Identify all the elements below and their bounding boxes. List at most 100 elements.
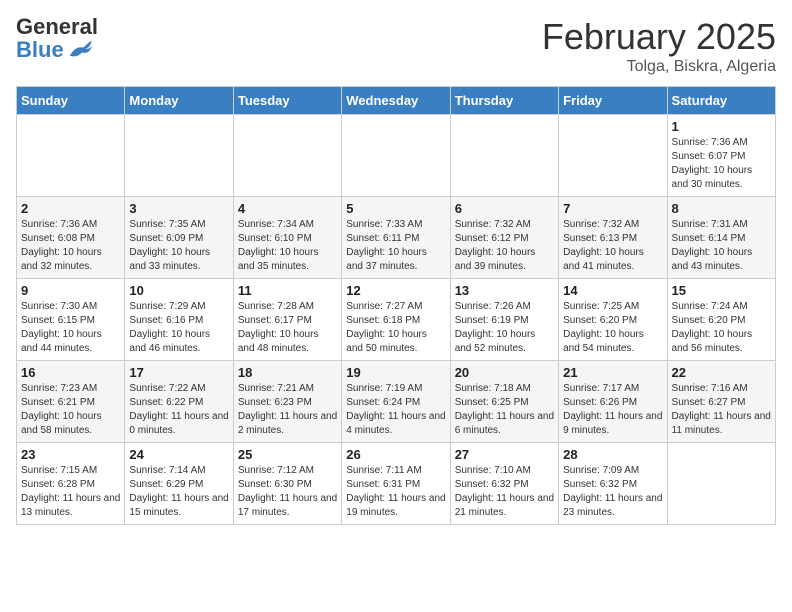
calendar-cell: 17 Sunrise: 7:22 AM Sunset: 6:22 PM Dayli…	[125, 361, 233, 443]
day-info: Sunrise: 7:09 AM Sunset: 6:32 PM Dayligh…	[563, 464, 662, 520]
day-info: Sunrise: 7:26 AM Sunset: 6:19 PM Dayligh…	[455, 300, 554, 356]
month-title: February 2025	[542, 16, 776, 58]
day-number: 6	[455, 201, 554, 216]
day-number: 24	[129, 447, 228, 462]
calendar-cell: 23Sunrise: 7:15 AM Sunset: 6:28 PM Dayli…	[17, 443, 125, 525]
calendar-cell: 12Sunrise: 7:27 AM Sunset: 6:18 PM Dayli…	[342, 279, 450, 361]
calendar-cell	[667, 443, 775, 525]
calendar-day-header: Monday	[125, 87, 233, 115]
day-info: Sunrise: 7:19 AM Sunset: 6:24 PM Dayligh…	[346, 382, 445, 438]
day-info: Sunrise: 7:24 AM Sunset: 6:20 PM Dayligh…	[672, 300, 771, 356]
day-info: Sunrise: 7:35 AM Sunset: 6:09 PM Dayligh…	[129, 218, 228, 274]
day-number: 1	[672, 119, 771, 134]
day-number: 9	[21, 283, 120, 298]
calendar-cell: 2Sunrise: 7:36 AM Sunset: 6:08 PM Daylig…	[17, 197, 125, 279]
day-info: Sunrise: 7:11 AM Sunset: 6:31 PM Dayligh…	[346, 464, 445, 520]
calendar-cell: 26 Sunrise: 7:11 AM Sunset: 6:31 PM Dayli…	[342, 443, 450, 525]
logo-general-text: General	[16, 14, 98, 39]
calendar-day-header: Saturday	[667, 87, 775, 115]
day-info: Sunrise: 7:10 AM Sunset: 6:32 PM Dayligh…	[455, 464, 554, 520]
day-number: 27	[455, 447, 554, 462]
calendar-cell: 27 Sunrise: 7:10 AM Sunset: 6:32 PM Dayli…	[450, 443, 558, 525]
day-info: Sunrise: 7:16 AM Sunset: 6:27 PM Dayligh…	[672, 382, 771, 438]
day-number: 13	[455, 283, 554, 298]
calendar-cell	[342, 115, 450, 197]
calendar-day-header: Tuesday	[233, 87, 341, 115]
calendar-cell: 7 Sunrise: 7:32 AM Sunset: 6:13 PM Daylig…	[559, 197, 667, 279]
day-number: 3	[129, 201, 228, 216]
day-number: 16	[21, 365, 120, 380]
calendar-cell: 15 Sunrise: 7:24 AM Sunset: 6:20 PM Dayli…	[667, 279, 775, 361]
day-info: Sunrise: 7:21 AM Sunset: 6:23 PM Dayligh…	[238, 382, 337, 438]
logo: General Blue	[16, 16, 98, 61]
calendar-day-header: Friday	[559, 87, 667, 115]
day-info: Sunrise: 7:31 AM Sunset: 6:14 PM Dayligh…	[672, 218, 771, 274]
day-info: Sunrise: 7:22 AM Sunset: 6:22 PM Dayligh…	[129, 382, 228, 438]
day-number: 10	[129, 283, 228, 298]
calendar-cell: 28Sunrise: 7:09 AM Sunset: 6:32 PM Dayli…	[559, 443, 667, 525]
day-number: 19	[346, 365, 445, 380]
calendar-week-row: 16Sunrise: 7:23 AM Sunset: 6:21 PM Dayli…	[17, 361, 776, 443]
day-info: Sunrise: 7:27 AM Sunset: 6:18 PM Dayligh…	[346, 300, 445, 356]
day-info: Sunrise: 7:33 AM Sunset: 6:11 PM Dayligh…	[346, 218, 445, 274]
logo-blue-text: Blue	[16, 39, 98, 61]
calendar-cell: 14 Sunrise: 7:25 AM Sunset: 6:20 PM Dayli…	[559, 279, 667, 361]
day-number: 25	[238, 447, 337, 462]
day-number: 18	[238, 365, 337, 380]
day-number: 5	[346, 201, 445, 216]
calendar-cell: 22 Sunrise: 7:16 AM Sunset: 6:27 PM Dayli…	[667, 361, 775, 443]
calendar-cell	[233, 115, 341, 197]
day-info: Sunrise: 7:32 AM Sunset: 6:13 PM Dayligh…	[563, 218, 662, 274]
calendar-cell: 10 Sunrise: 7:29 AM Sunset: 6:16 PM Dayli…	[125, 279, 233, 361]
day-number: 22	[672, 365, 771, 380]
calendar-day-header: Thursday	[450, 87, 558, 115]
day-info: Sunrise: 7:34 AM Sunset: 6:10 PM Dayligh…	[238, 218, 337, 274]
calendar-cell: 21 Sunrise: 7:17 AM Sunset: 6:26 PM Dayli…	[559, 361, 667, 443]
day-info: Sunrise: 7:14 AM Sunset: 6:29 PM Dayligh…	[129, 464, 228, 520]
calendar-day-header: Wednesday	[342, 87, 450, 115]
day-info: Sunrise: 7:15 AM Sunset: 6:28 PM Dayligh…	[21, 464, 120, 520]
day-info: Sunrise: 7:36 AM Sunset: 6:08 PM Dayligh…	[21, 218, 120, 274]
calendar-cell: 4 Sunrise: 7:34 AM Sunset: 6:10 PM Daylig…	[233, 197, 341, 279]
day-number: 8	[672, 201, 771, 216]
calendar-cell: 9 Sunrise: 7:30 AM Sunset: 6:15 PM Daylig…	[17, 279, 125, 361]
page-header: General Blue February 2025 Tolga, Biskra…	[16, 16, 776, 76]
day-info: Sunrise: 7:29 AM Sunset: 6:16 PM Dayligh…	[129, 300, 228, 356]
calendar-cell	[559, 115, 667, 197]
calendar-cell: 5 Sunrise: 7:33 AM Sunset: 6:11 PM Daylig…	[342, 197, 450, 279]
day-number: 7	[563, 201, 662, 216]
calendar-week-row: 1 Sunrise: 7:36 AM Sunset: 6:07 PM Daylig…	[17, 115, 776, 197]
calendar-header-row: SundayMondayTuesdayWednesdayThursdayFrid…	[17, 87, 776, 115]
calendar-cell: 13 Sunrise: 7:26 AM Sunset: 6:19 PM Dayli…	[450, 279, 558, 361]
day-number: 26	[346, 447, 445, 462]
calendar-cell: 11Sunrise: 7:28 AM Sunset: 6:17 PM Dayli…	[233, 279, 341, 361]
calendar-cell	[450, 115, 558, 197]
day-info: Sunrise: 7:18 AM Sunset: 6:25 PM Dayligh…	[455, 382, 554, 438]
day-info: Sunrise: 7:25 AM Sunset: 6:20 PM Dayligh…	[563, 300, 662, 356]
calendar-cell: 16Sunrise: 7:23 AM Sunset: 6:21 PM Dayli…	[17, 361, 125, 443]
calendar-cell: 19 Sunrise: 7:19 AM Sunset: 6:24 PM Dayli…	[342, 361, 450, 443]
day-number: 4	[238, 201, 337, 216]
calendar-week-row: 23Sunrise: 7:15 AM Sunset: 6:28 PM Dayli…	[17, 443, 776, 525]
calendar-week-row: 2Sunrise: 7:36 AM Sunset: 6:08 PM Daylig…	[17, 197, 776, 279]
calendar-cell: 18 Sunrise: 7:21 AM Sunset: 6:23 PM Dayli…	[233, 361, 341, 443]
day-number: 17	[129, 365, 228, 380]
location: Tolga, Biskra, Algeria	[542, 58, 776, 76]
calendar-cell: 8 Sunrise: 7:31 AM Sunset: 6:14 PM Daylig…	[667, 197, 775, 279]
calendar-cell: 3 Sunrise: 7:35 AM Sunset: 6:09 PM Daylig…	[125, 197, 233, 279]
calendar-week-row: 9 Sunrise: 7:30 AM Sunset: 6:15 PM Daylig…	[17, 279, 776, 361]
day-number: 14	[563, 283, 662, 298]
logo-bird-icon	[66, 39, 94, 61]
day-number: 11	[238, 283, 337, 298]
day-number: 20	[455, 365, 554, 380]
calendar-cell: 20 Sunrise: 7:18 AM Sunset: 6:25 PM Dayli…	[450, 361, 558, 443]
day-info: Sunrise: 7:36 AM Sunset: 6:07 PM Dayligh…	[672, 136, 771, 192]
day-info: Sunrise: 7:30 AM Sunset: 6:15 PM Dayligh…	[21, 300, 120, 356]
day-info: Sunrise: 7:17 AM Sunset: 6:26 PM Dayligh…	[563, 382, 662, 438]
calendar-cell	[17, 115, 125, 197]
day-number: 15	[672, 283, 771, 298]
day-number: 21	[563, 365, 662, 380]
calendar-day-header: Sunday	[17, 87, 125, 115]
day-info: Sunrise: 7:12 AM Sunset: 6:30 PM Dayligh…	[238, 464, 337, 520]
calendar-cell: 25 Sunrise: 7:12 AM Sunset: 6:30 PM Dayli…	[233, 443, 341, 525]
